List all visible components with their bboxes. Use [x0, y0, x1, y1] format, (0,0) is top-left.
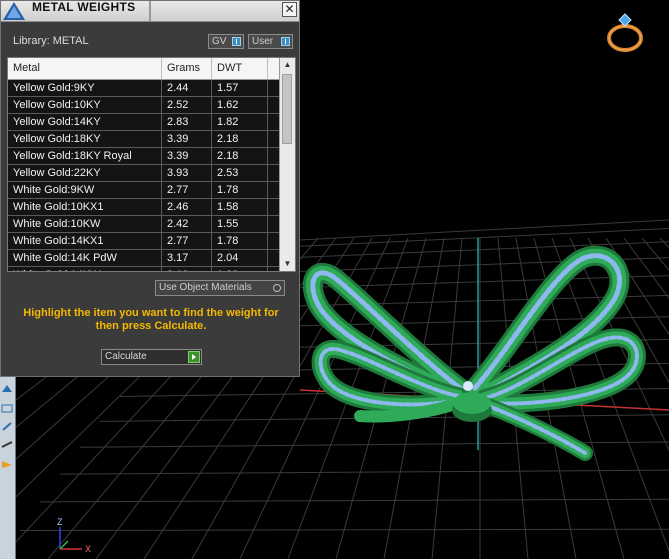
gv-toggle-label: GV — [212, 36, 227, 47]
grams-cell: 2.83 — [162, 114, 212, 130]
metal-cell: White Gold:14KW — [8, 267, 162, 271]
metal-cell: Yellow Gold:10KY — [8, 97, 162, 113]
use-object-materials-button[interactable]: Use Object Materials — [155, 280, 285, 296]
radio-icon — [273, 284, 281, 292]
gv-toggle[interactable]: GV — [208, 34, 244, 49]
table-row[interactable]: White Gold:14K PdW 3.17 2.04 — [8, 250, 280, 267]
dwt-cell: 2.18 — [212, 148, 268, 164]
grams-cell: 3.39 — [162, 131, 212, 147]
table-row[interactable]: Yellow Gold:18KY 3.39 2.18 — [8, 131, 280, 148]
panel-title: METAL WEIGHTS — [32, 0, 136, 14]
grid-line — [59, 469, 669, 475]
dwt-cell: 1.99 — [212, 267, 268, 271]
grams-cell: 2.52 — [162, 97, 212, 113]
table-row[interactable]: White Gold:14KX1 2.77 1.78 — [8, 233, 280, 250]
table-row[interactable]: Yellow Gold:14KY 2.83 1.82 — [8, 114, 280, 131]
metal-cell: White Gold:10KX1 — [8, 199, 162, 215]
table-row[interactable]: White Gold:14KW3.101.99 — [8, 267, 280, 271]
table-scrollbar[interactable]: ▲ ▼ — [279, 58, 295, 271]
table-row[interactable]: Yellow Gold:9KY 2.44 1.57 — [8, 80, 280, 97]
user-toggle[interactable]: User — [248, 34, 293, 49]
table-row[interactable]: Yellow Gold:10KY 2.52 1.62 — [8, 97, 280, 114]
grid-tool-icon[interactable] — [1, 404, 13, 413]
grams-cell: 3.93 — [162, 165, 212, 181]
panel-title-bar[interactable]: METAL WEIGHTS ✕ — [1, 1, 299, 22]
scroll-down-icon[interactable]: ▼ — [280, 257, 295, 271]
grid-line — [39, 498, 669, 503]
table-row[interactable]: White Gold:10KW 2.42 1.55 — [8, 216, 280, 233]
metal-cell: Yellow Gold:14KY — [8, 114, 162, 130]
dwt-cell: 2.18 — [212, 131, 268, 147]
grams-cell: 2.42 — [162, 216, 212, 232]
metal-cell: White Gold:10KW — [8, 216, 162, 232]
z-axis-label: Z — [57, 517, 63, 527]
close-button[interactable]: ✕ — [282, 2, 297, 17]
column-header-dwt[interactable]: DWT — [212, 58, 268, 79]
select-tool-icon[interactable] — [1, 460, 13, 469]
metal-weights-panel: METAL WEIGHTS ✕ Library: METAL GV User M… — [0, 0, 300, 377]
scroll-thumb[interactable] — [282, 74, 292, 144]
dwt-cell: 2.53 — [212, 165, 268, 181]
table-row[interactable]: White Gold:10KX1 2.46 1.58 — [8, 199, 280, 216]
calculate-button[interactable]: Calculate — [101, 349, 202, 365]
scroll-up-icon[interactable]: ▲ — [280, 58, 295, 72]
dwt-cell: 1.82 — [212, 114, 268, 130]
axis-gizmo-icon: Z X — [57, 517, 91, 554]
dwt-cell: 1.78 — [212, 233, 268, 249]
dwt-cell: 1.58 — [212, 199, 268, 215]
dwt-cell: 2.04 — [212, 250, 268, 266]
calculate-label: Calculate — [105, 351, 147, 362]
toggle-knob-icon — [232, 37, 241, 46]
metal-cell: White Gold:9KW — [8, 182, 162, 198]
metal-cell: Yellow Gold:18KY — [8, 131, 162, 147]
metal-cell: White Gold:14K PdW — [8, 250, 162, 266]
metal-cell: Yellow Gold:9KY — [8, 80, 162, 96]
dwt-cell: 1.78 — [212, 182, 268, 198]
instructions-text: Highlight the item you want to find the … — [23, 307, 279, 332]
metal-cell: Yellow Gold:22KY — [8, 165, 162, 181]
table-header: Metal Grams DWT — [8, 58, 280, 80]
use-object-materials-label: Use Object Materials — [159, 282, 252, 293]
table-row[interactable]: Yellow Gold:22KY 3.93 2.53 — [8, 165, 280, 182]
dwt-cell: 1.57 — [212, 80, 268, 96]
grams-cell: 2.44 — [162, 80, 212, 96]
bow-ring-model[interactable] — [300, 238, 669, 468]
arrow-up-icon[interactable] — [1, 384, 13, 393]
table-row[interactable]: White Gold:9KW 2.77 1.78 — [8, 182, 280, 199]
grams-cell: 3.10 — [162, 267, 212, 271]
column-header-metal[interactable]: Metal — [8, 58, 162, 79]
grid-line — [19, 528, 669, 532]
user-toggle-label: User — [252, 36, 274, 47]
grams-cell: 2.46 — [162, 199, 212, 215]
title-separator — [149, 1, 151, 21]
grams-cell: 2.77 — [162, 182, 212, 198]
table-row[interactable]: Yellow Gold:18KY Royal 3.39 2.18 — [8, 148, 280, 165]
grams-cell: 3.39 — [162, 148, 212, 164]
toggle-knob-icon — [281, 37, 290, 46]
metal-cell: White Gold:14KX1 — [8, 233, 162, 249]
metal-cell: Yellow Gold:18KY Royal — [8, 148, 162, 164]
dwt-cell: 1.62 — [212, 97, 268, 113]
dwt-cell: 1.55 — [212, 216, 268, 232]
app-icon — [3, 2, 25, 20]
grams-cell: 3.17 — [162, 250, 212, 266]
table-body: Yellow Gold:9KY 2.44 1.57 Yellow Gold:10KY 2… — [8, 80, 280, 271]
library-label: Library: METAL — [13, 35, 89, 47]
metal-table[interactable]: Metal Grams DWT Yellow Gold:9KY 2.44 1.57 Y… — [7, 57, 296, 272]
ring-icon[interactable] — [604, 10, 646, 54]
grams-cell: 2.77 — [162, 233, 212, 249]
x-axis-label: X — [85, 544, 91, 554]
left-toolbar — [0, 376, 16, 559]
column-header-grams[interactable]: Grams — [162, 58, 212, 79]
play-arrow-icon — [188, 351, 200, 363]
line-tool-icon[interactable] — [1, 440, 13, 449]
pen-tool-icon[interactable] — [1, 422, 13, 431]
